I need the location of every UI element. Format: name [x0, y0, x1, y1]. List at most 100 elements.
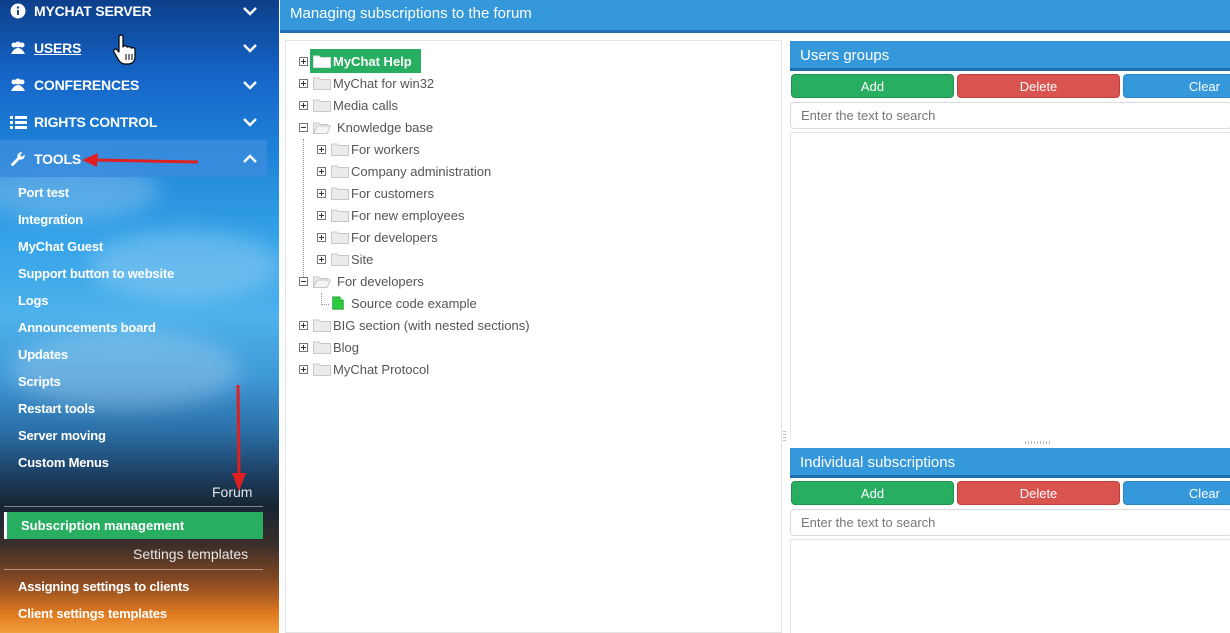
menu-rights-control[interactable]: RIGHTS CONTROL [0, 103, 267, 140]
forum-sections-tree: MyChat Help MyChat for win32 Media calls… [285, 40, 782, 633]
tree-node-for-developers-root[interactable]: For developers [286, 271, 686, 291]
folder-icon [331, 253, 349, 266]
folder-icon [331, 143, 349, 156]
tools-item-port-test[interactable]: Port test [18, 185, 69, 200]
document-icon [332, 296, 344, 310]
individual-clear-button[interactable]: Clear [1123, 481, 1230, 505]
menu-tools-label: TOOLS [34, 150, 81, 167]
expand-plus-icon[interactable] [317, 254, 326, 264]
individual-subscriptions-title: Individual subscriptions [790, 448, 1230, 478]
title-underline [280, 30, 1230, 33]
expand-plus-icon[interactable] [317, 188, 326, 198]
expand-plus-icon[interactable] [317, 210, 326, 220]
individual-delete-button[interactable]: Delete [957, 481, 1120, 505]
expand-plus-icon[interactable] [317, 166, 326, 176]
individual-add-button[interactable]: Add [791, 481, 954, 505]
expand-plus-icon[interactable] [317, 144, 326, 154]
individual-subscriptions-list[interactable] [790, 539, 1230, 633]
users-groups-clear-button[interactable]: Clear [1123, 74, 1230, 98]
sidebar: MYCHAT SERVER USERS CONFERENCES RIGHTS C… [0, 0, 279, 633]
tree-node-mychat-for-win32[interactable]: MyChat for win32 [286, 73, 686, 93]
collapse-minus-icon[interactable] [299, 122, 308, 132]
background-cloud [90, 230, 279, 300]
tools-item-announcements-board[interactable]: Announcements board [18, 320, 156, 335]
tools-item-updates[interactable]: Updates [18, 347, 68, 362]
folder-icon [313, 99, 331, 112]
users-icon [9, 40, 27, 56]
list-icon [9, 114, 27, 130]
folder-icon [331, 187, 349, 200]
annotation-arrow-down-icon [232, 384, 246, 491]
tools-item-logs[interactable]: Logs [18, 293, 48, 308]
tools-item-mychat-guest[interactable]: MyChat Guest [18, 239, 103, 254]
tree-node-for-new-employees[interactable]: For new employees [286, 205, 686, 225]
chevron-down-icon [243, 80, 257, 90]
folder-icon [331, 209, 349, 222]
tree-node-big-section[interactable]: BIG section (with nested sections) [286, 315, 686, 335]
folder-icon [313, 363, 331, 376]
collapse-minus-icon[interactable] [299, 276, 308, 286]
tools-item-client-settings-templates[interactable]: Client settings templates [18, 606, 167, 621]
users-groups-delete-button[interactable]: Delete [957, 74, 1120, 98]
folder-open-icon [313, 276, 331, 288]
tools-item-server-moving[interactable]: Server moving [18, 428, 106, 443]
conferences-icon [9, 77, 27, 93]
tools-item-custom-menus[interactable]: Custom Menus [18, 455, 109, 470]
menu-conferences[interactable]: CONFERENCES [0, 66, 267, 103]
tools-item-scripts[interactable]: Scripts [18, 374, 61, 389]
expand-plus-icon[interactable] [317, 232, 326, 242]
tools-item-support-button[interactable]: Support button to website [18, 266, 174, 281]
folder-icon [313, 77, 331, 90]
tree-node-site[interactable]: Site [286, 249, 686, 269]
folder-icon [331, 165, 349, 178]
tree-node-for-developers[interactable]: For developers [286, 227, 686, 247]
tree-node-mychat-protocol[interactable]: MyChat Protocol [286, 359, 686, 379]
tree-node-for-customers[interactable]: For customers [286, 183, 686, 203]
folder-icon [331, 231, 349, 244]
tools-item-integration[interactable]: Integration [18, 212, 83, 227]
horizontal-splitter-handle[interactable] [1025, 441, 1051, 444]
folder-open-icon [313, 122, 331, 134]
users-groups-panel: Users groups Add Delete Clear [790, 41, 1230, 441]
tree-node-company-administration[interactable]: Company administration [286, 161, 686, 181]
annotation-arrow-left-icon [82, 153, 199, 167]
users-groups-search-input[interactable] [790, 102, 1230, 129]
tools-item-restart-tools[interactable]: Restart tools [18, 401, 95, 416]
folder-icon [313, 55, 331, 68]
menu-rights-control-label: RIGHTS CONTROL [34, 113, 158, 130]
users-groups-add-button[interactable]: Add [791, 74, 954, 98]
users-groups-list[interactable] [790, 132, 1230, 439]
wrench-icon [9, 151, 27, 167]
vertical-splitter-handle[interactable] [783, 431, 786, 443]
chevron-down-icon [243, 43, 257, 53]
tree-node-media-calls[interactable]: Media calls [286, 95, 686, 115]
settings-templates-section-label: Settings templates [133, 546, 249, 562]
chevron-up-icon [243, 153, 257, 163]
chevron-down-icon [243, 117, 257, 127]
tools-item-assigning-settings[interactable]: Assigning settings to clients [18, 579, 189, 594]
expand-plus-icon[interactable] [299, 56, 308, 66]
section-divider [4, 506, 263, 507]
expand-plus-icon[interactable] [299, 342, 308, 352]
menu-mychat-server-label: MYCHAT SERVER [34, 2, 152, 19]
tree-node-knowledge-base[interactable]: Knowledge base [286, 117, 686, 137]
individual-search-input[interactable] [790, 509, 1230, 536]
hand-cursor-icon [113, 34, 136, 65]
tree-node-for-workers[interactable]: For workers [286, 139, 686, 159]
tree-node-mychat-help[interactable]: MyChat Help [286, 51, 686, 71]
tree-node-blog[interactable]: Blog [286, 337, 686, 357]
folder-icon [313, 319, 331, 332]
expand-plus-icon[interactable] [299, 364, 308, 374]
users-groups-title: Users groups [790, 41, 1230, 71]
expand-plus-icon[interactable] [299, 78, 308, 88]
expand-plus-icon[interactable] [299, 320, 308, 330]
individual-subscriptions-panel: Individual subscriptions Add Delete Clea… [790, 448, 1230, 633]
menu-users-label: USERS [34, 39, 82, 56]
menu-mychat-server[interactable]: MYCHAT SERVER [0, 0, 267, 29]
tools-item-subscription-management[interactable]: Subscription management [4, 512, 263, 539]
background-cloud [10, 330, 240, 410]
tree-node-source-code-example[interactable]: Source code example [286, 293, 686, 313]
expand-plus-icon[interactable] [299, 100, 308, 110]
page-title: Managing subscriptions to the forum [280, 0, 1230, 30]
menu-conferences-label: CONFERENCES [34, 76, 140, 93]
